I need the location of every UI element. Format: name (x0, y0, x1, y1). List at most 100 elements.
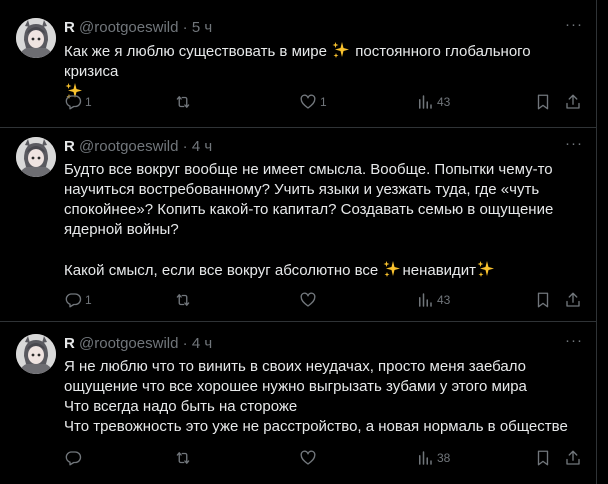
tweet-header: R @rootgoeswild · 5 ч (64, 18, 212, 38)
bookmark-icon (534, 449, 552, 467)
avatar[interactable] (16, 137, 56, 177)
sparkles-icon (332, 42, 350, 58)
share-icon (564, 93, 582, 111)
bookmark-button[interactable] (534, 448, 552, 468)
reply-count: 1 (85, 95, 92, 109)
tweet-text-line: Как же я люблю существовать в мире посто… (64, 41, 584, 82)
tweet-text-line: спокойнее»? Копить какой-то капитал? Соз… (64, 200, 584, 220)
tweet-header: R @rootgoeswild · 4 ч (64, 334, 212, 354)
user-handle[interactable]: @rootgoeswild (79, 138, 178, 155)
more-options-icon[interactable]: ··· (564, 333, 584, 354)
share-button[interactable] (564, 448, 582, 468)
more-options-icon[interactable]: ··· (564, 17, 584, 38)
text-segment: Я не люблю что то винить в своих неудача… (64, 358, 527, 375)
text-segment: ядерной войны? (64, 221, 179, 238)
view-count: 38 (437, 451, 451, 465)
share-button[interactable] (564, 92, 582, 112)
tweet-text-line: ядерной войны? (64, 220, 584, 240)
heart-icon (299, 291, 317, 309)
separator-dot: · (182, 335, 188, 352)
text-segment: ощущение что все хорошее нужно выгрызать… (64, 378, 527, 395)
tweet-actions: 1 1 43 (64, 92, 588, 112)
reply-button[interactable] (64, 448, 85, 468)
bookmark-button[interactable] (534, 290, 552, 310)
repost-button[interactable] (174, 92, 195, 112)
user-handle[interactable]: @rootgoeswild (79, 335, 178, 352)
avatar[interactable] (16, 18, 56, 58)
timestamp[interactable]: 4 ч (192, 335, 212, 352)
column-border (596, 0, 597, 484)
text-segment: научиться востребованному? Учить языки и… (64, 181, 540, 198)
share-icon (564, 449, 582, 467)
timestamp[interactable]: 5 ч (192, 19, 212, 36)
reply-button[interactable]: 1 (64, 92, 92, 112)
text-segment: Что тревожность это уже не расстройство,… (64, 418, 568, 435)
repost-icon (174, 449, 192, 467)
tweet-text-line (64, 240, 584, 260)
bookmark-icon (534, 291, 552, 309)
text-segment: Какой смысл, если все вокруг абсолютно в… (64, 262, 383, 279)
reply-button[interactable]: 1 (64, 290, 92, 310)
text-segment: Будто все вокруг вообще не имеет смысла.… (64, 161, 553, 178)
tweet[interactable]: R @rootgoeswild · 4 ч ··· Я не люблю что т… (0, 322, 596, 484)
tweet[interactable]: R @rootgoeswild · 4 ч ··· Будто все вокруг… (0, 128, 596, 322)
reply-icon (64, 291, 82, 309)
views-button[interactable]: 43 (416, 92, 450, 112)
avatar[interactable] (16, 334, 56, 374)
sparkles-icon (477, 261, 495, 277)
bookmark-icon (534, 93, 552, 111)
analytics-icon (416, 93, 434, 111)
tweet-text-line: Что всегда надо быть на стороже (64, 397, 584, 417)
reply-count: 1 (85, 293, 92, 307)
separator-dot: · (182, 138, 188, 155)
sparkles-emoji (331, 42, 351, 60)
repost-icon (174, 291, 192, 309)
tweet-text-line: научиться востребованному? Учить языки и… (64, 180, 584, 200)
tweet-actions: 1 43 (64, 290, 588, 310)
tweet-text: Будто все вокруг вообще не имеет смысла.… (64, 160, 584, 281)
like-button[interactable] (299, 290, 320, 310)
separator-dot: · (182, 19, 188, 36)
views-button[interactable]: 38 (416, 448, 450, 468)
text-segment: спокойнее»? Копить какой-то капитал? Соз… (64, 201, 554, 218)
tweet-text-line: Что тревожность это уже не расстройство,… (64, 417, 584, 437)
tweet[interactable]: R @rootgoeswild · 5 ч ··· Как же я люблю с… (0, 0, 596, 128)
heart-icon (299, 449, 317, 467)
share-icon (564, 291, 582, 309)
reply-icon (64, 449, 82, 467)
user-handle[interactable]: @rootgoeswild (79, 19, 178, 36)
bookmark-button[interactable] (534, 92, 552, 112)
tweet-header: R @rootgoeswild · 4 ч (64, 137, 212, 157)
sparkles-icon (383, 261, 401, 277)
display-name[interactable]: R (64, 19, 75, 36)
text-segment: Как же я люблю существовать в мире (64, 43, 332, 60)
timestamp[interactable]: 4 ч (192, 138, 212, 155)
text-segment: ненавидит (402, 262, 477, 279)
analytics-icon (416, 449, 434, 467)
tweet-text-line: ощущение что все хорошее нужно выгрызать… (64, 377, 584, 397)
display-name[interactable]: R (64, 335, 75, 352)
more-options-icon[interactable]: ··· (564, 136, 584, 157)
views-button[interactable]: 43 (416, 290, 450, 310)
repost-button[interactable] (174, 290, 195, 310)
repost-icon (174, 93, 192, 111)
tweet-text-line: Я не люблю что то винить в своих неудача… (64, 357, 584, 377)
display-name[interactable]: R (64, 138, 75, 155)
like-button[interactable] (299, 448, 320, 468)
analytics-icon (416, 291, 434, 309)
sparkles-emoji (382, 261, 402, 279)
repost-button[interactable] (174, 448, 195, 468)
heart-icon (299, 93, 317, 111)
share-button[interactable] (564, 290, 582, 310)
text-segment: Что всегда надо быть на стороже (64, 398, 298, 415)
sparkles-emoji (476, 261, 496, 279)
view-count: 43 (437, 95, 451, 109)
reply-icon (64, 93, 82, 111)
tweet-text: Я не люблю что то винить в своих неудача… (64, 357, 584, 437)
tweet-text-line: Будто все вокруг вообще не имеет смысла.… (64, 160, 584, 180)
view-count: 43 (437, 293, 451, 307)
like-button[interactable]: 1 (299, 92, 327, 112)
like-count: 1 (320, 95, 327, 109)
tweet-text-line: Какой смысл, если все вокруг абсолютно в… (64, 260, 584, 281)
tweet-actions: 38 (64, 448, 588, 468)
